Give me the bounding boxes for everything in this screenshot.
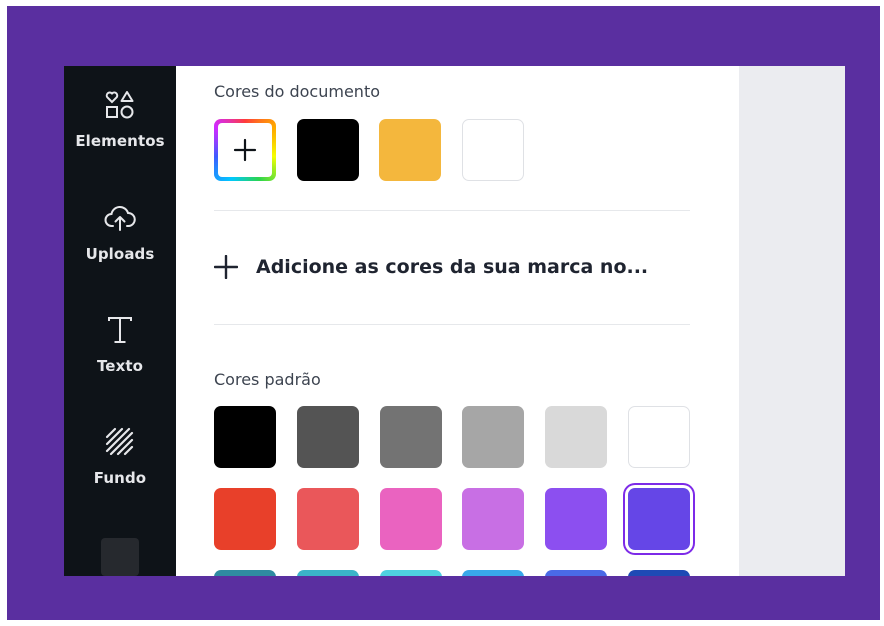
document-colors-title: Cores do documento [214, 82, 380, 101]
sidebar-item-uploads[interactable]: Uploads [64, 201, 176, 263]
background-pattern-icon [64, 425, 176, 463]
default-color-swatch[interactable] [296, 570, 359, 576]
sidebar-item-label: Uploads [85, 245, 155, 263]
default-color-swatch[interactable] [379, 570, 442, 576]
document-color-swatch[interactable] [379, 119, 441, 181]
sidebar-item-fundo[interactable]: Fundo [64, 425, 176, 487]
color-panel: Cores do documento Adicione as cores da … [176, 66, 739, 576]
canvas-area [739, 66, 845, 576]
sidebar-item-label: Texto [96, 357, 144, 375]
cloud-upload-icon [64, 201, 176, 239]
text-t-icon [64, 313, 176, 351]
document-color-swatch[interactable] [297, 119, 359, 181]
sidebar-item-more[interactable] [101, 538, 139, 576]
sidebar-item-label: Elementos [75, 132, 165, 150]
default-color-swatch[interactable] [296, 406, 359, 468]
default-color-swatch[interactable] [214, 406, 276, 468]
add-color-button[interactable] [214, 119, 276, 181]
default-color-swatch[interactable] [296, 488, 359, 550]
default-color-swatch[interactable] [545, 570, 608, 576]
default-color-swatch[interactable] [379, 488, 442, 550]
default-color-swatch[interactable] [214, 488, 276, 550]
default-color-swatch[interactable] [628, 488, 690, 550]
divider [214, 324, 690, 325]
divider [214, 210, 690, 211]
default-color-swatch[interactable] [545, 488, 608, 550]
default-color-swatch[interactable] [462, 570, 525, 576]
editor-window: Elementos Uploads Texto Fundo Cores do d… [64, 66, 845, 576]
default-color-swatch[interactable] [462, 488, 525, 550]
document-color-swatch[interactable] [462, 119, 524, 181]
sidebar-item-elementos[interactable]: Elementos [64, 88, 176, 150]
add-brand-colors-label: Adicione as cores da sua marca no... [256, 256, 649, 278]
left-sidebar: Elementos Uploads Texto Fundo [64, 66, 176, 576]
plus-icon [233, 138, 257, 162]
plus-icon [214, 255, 238, 279]
default-colors-title: Cores padrão [214, 370, 321, 389]
shapes-icon [64, 88, 176, 126]
default-color-swatch[interactable] [462, 406, 525, 468]
sidebar-item-label: Fundo [93, 469, 147, 487]
add-brand-colors-button[interactable]: Adicione as cores da sua marca no... [214, 252, 648, 282]
default-color-swatch[interactable] [628, 570, 690, 576]
default-color-swatch[interactable] [214, 570, 276, 576]
sidebar-item-texto[interactable]: Texto [64, 313, 176, 375]
default-color-swatch[interactable] [545, 406, 608, 468]
default-color-swatch[interactable] [628, 406, 690, 468]
default-color-swatch[interactable] [379, 406, 442, 468]
